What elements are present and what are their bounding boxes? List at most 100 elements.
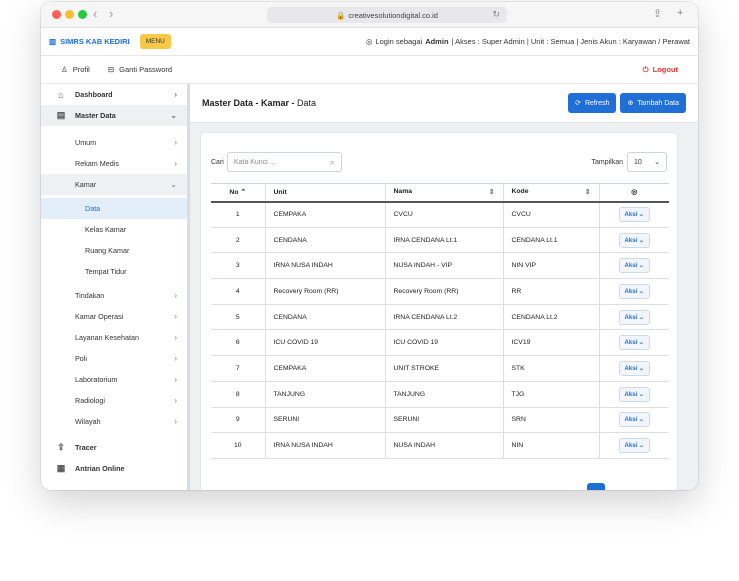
aksi-label: Aksi xyxy=(624,340,638,347)
page-header: Master Data - Kamar - Data ⟳ Refresh ⊕ T… xyxy=(190,84,698,123)
chevron-right-icon: › xyxy=(174,138,177,147)
sidebar-item-kamar-operasi[interactable]: Kamar Operasi › xyxy=(41,306,187,327)
sidebar-item-label: Kamar Operasi xyxy=(75,312,124,321)
table-row: 7 CEMPAKA UNIT STROKE STK Aksi ⌄ xyxy=(211,355,669,382)
cell-unit: CEMPAKA xyxy=(265,355,386,382)
chevron-down-icon: ⌄ xyxy=(637,288,644,295)
cell-nama: NUSA INDAH - VIP xyxy=(385,252,504,280)
hospital-icon: ▥ xyxy=(49,37,57,46)
cell-no: 2 xyxy=(211,227,266,254)
sidebar-item-rekam-medis[interactable]: Rekam Medis › xyxy=(41,153,187,174)
close-window-button[interactable] xyxy=(52,10,61,19)
brand-label: SIMRS KAB KEDIRI xyxy=(60,37,130,46)
chevron-down-icon: ⌄ xyxy=(637,314,644,321)
sidebar-item-laboratorium[interactable]: Laboratorium › xyxy=(41,369,187,390)
search-input[interactable]: Kata Kunci ... ⌕ xyxy=(226,152,342,172)
page-title-bold: Master Data - Kamar - xyxy=(202,98,295,108)
cell-unit: ICU COVID 19 xyxy=(265,329,386,357)
reload-icon[interactable]: ↻ xyxy=(492,9,500,20)
cell-actions: Aksi ⌄ xyxy=(599,432,669,459)
aksi-dropdown-button[interactable]: Aksi ⌄ xyxy=(618,232,650,248)
column-no[interactable]: No ⌃ xyxy=(211,183,266,203)
url-text: creativesolutiondigital.co.id xyxy=(348,10,438,20)
sidebar-item-tempat-tidur[interactable]: Tempat Tidur xyxy=(41,261,187,282)
refresh-button[interactable]: ⟳ Refresh xyxy=(568,93,617,113)
browser-window: ‹ › 🔒 creativesolutiondigital.co.id ↻ ⇪ … xyxy=(41,2,698,490)
aksi-dropdown-button[interactable]: Aksi ⌄ xyxy=(618,412,650,428)
sidebar-item-umum[interactable]: Umum › xyxy=(41,132,187,153)
aksi-label: Aksi xyxy=(624,212,638,219)
address-bar[interactable]: 🔒 creativesolutiondigital.co.id ↻ xyxy=(267,7,507,23)
sidebar-item-tracer[interactable]: ⇪ Tracer xyxy=(41,437,187,458)
data-table: No ⌃ Unit Nama ⇕ Kode ⇕ ◎ 1 CEMPAKA CVCU CVCU… xyxy=(211,183,669,459)
column-kode[interactable]: Kode ⇕ xyxy=(503,183,600,203)
aksi-dropdown-button[interactable]: Aksi ⌄ xyxy=(618,360,650,376)
aksi-dropdown-button[interactable]: Aksi ⌄ xyxy=(618,335,650,351)
pagination-current-page[interactable] xyxy=(587,483,605,490)
sidebar-item-wilayah[interactable]: Wilayah › xyxy=(41,411,187,432)
column-unit[interactable]: Unit xyxy=(265,183,386,203)
chevron-down-icon: ⌄ xyxy=(637,263,644,270)
chevron-down-icon: ⌄ xyxy=(637,340,644,347)
lock-icon: 🔒 xyxy=(336,10,346,20)
sidebar-item-label: Tempat Tidur xyxy=(85,267,127,276)
cell-kode: RR xyxy=(503,278,600,305)
table-row: 3 IRNA NUSA INDAH NUSA INDAH - VIP NIN VIP A… xyxy=(211,252,669,280)
sidebar-item-data[interactable]: Data xyxy=(41,198,187,219)
profil-link[interactable]: ♙ Profil xyxy=(61,65,90,74)
cell-kode: SRN xyxy=(503,407,600,434)
aksi-label: Aksi xyxy=(624,237,638,244)
minimize-window-button[interactable] xyxy=(65,10,74,19)
sidebar-item-kamar[interactable]: Kamar ⌄ xyxy=(41,174,187,195)
sidebar-item-dashboard[interactable]: ⌂ Dashboard › xyxy=(41,84,187,105)
data-card: Cari Kata Kunci ... ⌕ Tampilkan 10 ⌄ No … xyxy=(200,132,678,490)
maximize-window-button[interactable] xyxy=(78,10,87,19)
tambah-data-label: Tambah Data xyxy=(637,99,679,107)
sidebar-item-kelas-kamar[interactable]: Kelas Kamar xyxy=(41,219,187,240)
brand[interactable]: ▥ SIMRS KAB KEDIRI xyxy=(49,37,130,46)
aksi-label: Aksi xyxy=(624,417,638,424)
sidebar-item-layanan-kesehatan[interactable]: Layanan Kesehatan › xyxy=(41,327,187,348)
sidebar-item-radiologi[interactable]: Radiologi › xyxy=(41,390,187,411)
cell-nama: IRNA CENDANA Lt.1 xyxy=(385,227,504,254)
sidebar-item-tindakan[interactable]: Tindakan › xyxy=(41,285,187,306)
forward-icon[interactable]: › xyxy=(109,6,113,21)
aksi-dropdown-button[interactable]: Aksi ⌄ xyxy=(618,258,650,274)
page-size-select[interactable]: 10 ⌄ xyxy=(627,152,667,172)
cell-nama: ICU COVID 19 xyxy=(385,329,504,357)
new-tab-icon[interactable]: + xyxy=(677,7,683,19)
aksi-label: Aksi xyxy=(624,365,638,372)
aksi-label: Aksi xyxy=(624,443,638,450)
cell-actions: Aksi ⌄ xyxy=(599,227,669,254)
cell-actions: Aksi ⌄ xyxy=(599,278,669,305)
app-header: ▥ SIMRS KAB KEDIRI MENU ◎ Login sebagai … xyxy=(41,28,698,56)
chevron-down-icon: ⌄ xyxy=(637,237,644,244)
column-nama[interactable]: Nama ⇕ xyxy=(385,183,504,203)
table-row: 9 SERUNI SERUNI SRN Aksi ⌄ xyxy=(211,407,669,434)
cell-kode: CENDANA Lt.2 xyxy=(503,304,600,331)
logout-button[interactable]: ⏻ Logout xyxy=(643,65,678,75)
sidebar-item-poli[interactable]: Poli › xyxy=(41,348,187,369)
aksi-label: Aksi xyxy=(624,263,638,270)
aksi-dropdown-button[interactable]: Aksi ⌄ xyxy=(618,386,650,402)
aksi-dropdown-button[interactable]: Aksi ⌄ xyxy=(618,438,650,454)
sidebar-item-ruang-kamar[interactable]: Ruang Kamar xyxy=(41,240,187,261)
sidebar-item-master-data[interactable]: ▤ Master Data ⌄ xyxy=(41,105,187,126)
chevron-down-icon: ⌄ xyxy=(637,443,644,450)
sidebar-item-label: Antrian Online xyxy=(75,464,125,473)
chevron-right-icon: › xyxy=(174,417,177,426)
aksi-dropdown-button[interactable]: Aksi ⌄ xyxy=(618,283,650,299)
aksi-dropdown-button[interactable]: Aksi ⌄ xyxy=(618,207,650,223)
cell-unit: CENDANA xyxy=(265,227,386,254)
share-icon[interactable]: ⇪ xyxy=(653,7,662,20)
sidebar-item-antrian-online[interactable]: ▦ Antrian Online xyxy=(41,458,187,479)
menu-button[interactable]: MENU xyxy=(139,34,171,49)
cell-nama: UNIT STROKE xyxy=(385,355,504,382)
sidebar-item-label: Data xyxy=(85,204,101,213)
aksi-dropdown-button[interactable]: Aksi ⌄ xyxy=(618,309,650,325)
main-content: Master Data - Kamar - Data ⟳ Refresh ⊕ T… xyxy=(190,84,698,490)
ganti-password-link[interactable]: ⊟ Ganti Password xyxy=(108,65,172,74)
cell-nama: Recovery Room (RR) xyxy=(385,278,504,305)
tambah-data-button[interactable]: ⊕ Tambah Data xyxy=(620,93,686,113)
back-icon[interactable]: ‹ xyxy=(93,6,97,21)
